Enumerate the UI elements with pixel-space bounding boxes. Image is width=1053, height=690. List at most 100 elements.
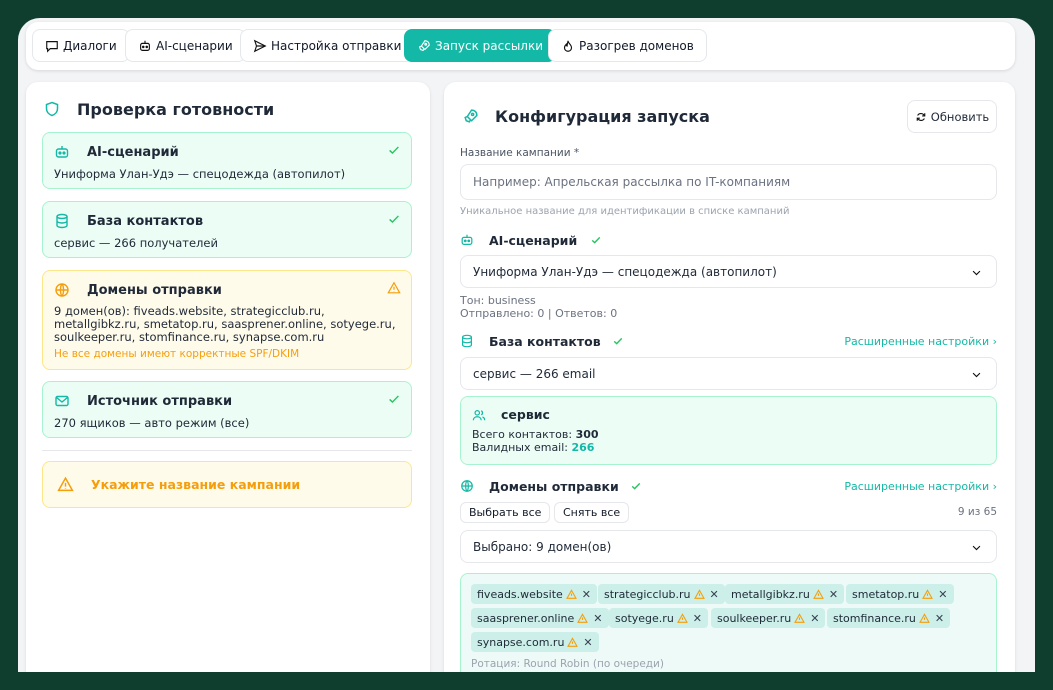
select-value: Униформа Улан-Удэ — спецодежда (автопило… [473, 264, 777, 279]
total-value: 300 [575, 428, 599, 441]
scenario-select[interactable]: Униформа Улан-Удэ — спецодежда (автопило… [460, 255, 997, 288]
campaign-name-input[interactable] [460, 164, 997, 200]
warning-icon [812, 588, 824, 599]
chip-label: saasprener.online [477, 611, 575, 625]
tab-dialogs[interactable]: Диалоги [32, 29, 130, 62]
chip-label: strategicclub.ru [604, 587, 691, 601]
check-contacts: База контактов сервис — 266 получателей [42, 201, 412, 258]
remove-chip-icon[interactable]: ✕ [710, 588, 719, 601]
select-value: Выбрано: 9 домен(ов) [473, 539, 612, 554]
deselect-all-button[interactable]: Снять все [554, 502, 630, 523]
check-title: Источник отправки [87, 394, 233, 409]
select-all-button[interactable]: Выбрать все [460, 502, 551, 523]
remove-chip-icon[interactable]: ✕ [583, 636, 592, 649]
chip-label: smetatop.ru [852, 587, 920, 601]
tab-label: Запуск рассылки [435, 38, 544, 53]
tab-label: Диалоги [63, 38, 117, 53]
check-icon [389, 146, 399, 155]
valid-value: 266 [571, 441, 595, 454]
check-scenario: AI-сценарий Униформа Улан-Удэ — спецодеж… [42, 132, 412, 189]
contacts-select[interactable]: сервис — 266 email [460, 357, 997, 390]
tab-launch[interactable]: Запуск рассылки [404, 29, 557, 62]
tab-send-settings[interactable]: Настройка отправки [240, 29, 415, 62]
domain-chip: smetatop.ru ✕ [846, 584, 954, 604]
chip-label: synapse.com.ru [477, 635, 565, 649]
remove-chip-icon[interactable]: ✕ [582, 588, 591, 601]
chip-label: sotyege.ru [615, 611, 674, 625]
refresh-button[interactable]: Обновить [907, 100, 997, 133]
bot-icon [140, 40, 150, 51]
tab-label: Разогрев доменов [579, 38, 694, 53]
tab-domain-warmup[interactable]: Разогрев доменов [548, 29, 707, 62]
readiness-title: Проверка готовности [77, 100, 275, 119]
check-title: Домены отправки [87, 283, 222, 298]
selected-domains-box: fiveads.website ✕ strategicclub.ru ✕ metal… [460, 573, 997, 672]
rotation-info: Ротация: Round Robin (по очереди) [471, 658, 664, 670]
launch-config-panel: Конфигурация запуска Обновить Название к… [444, 82, 1015, 672]
section-title: База контактов [489, 334, 601, 349]
warning-icon [577, 612, 589, 623]
warning-icon [57, 476, 74, 492]
warning-icon [676, 612, 688, 623]
domain-chip: fiveads.website ✕ [471, 584, 597, 604]
domain-chip: soulkeeper.ru ✕ [711, 608, 826, 628]
scenario-tone: Тон: business [460, 294, 536, 307]
contacts-summary-card: сервис Всего контактов: 300 Валидных ema… [460, 396, 997, 465]
valid-label: Валидных email: [472, 441, 572, 454]
campaign-name-help: Уникальное название для идентификации в … [460, 206, 790, 217]
flame-icon [563, 40, 573, 52]
warning-icon [565, 588, 577, 599]
total-contacts: Всего контактов: 300 [472, 428, 599, 441]
check-title: База контактов [87, 214, 204, 229]
bot-icon [461, 234, 473, 245]
check-icon [613, 337, 623, 345]
domains-select[interactable]: Выбрано: 9 домен(ов) [460, 530, 997, 563]
bot-icon [55, 146, 69, 158]
check-text: Униформа Улан-Удэ — спецодежда (автопило… [54, 167, 346, 181]
top-nav: Диалоги AI-сценарии Настройка отправки З… [26, 22, 1015, 70]
domain-chip: stomfinance.ru ✕ [827, 608, 951, 628]
domain-chip: saasprener.online ✕ [471, 608, 609, 628]
chip-label: fiveads.website [477, 587, 563, 601]
domain-chip: strategicclub.ru ✕ [598, 584, 725, 604]
chevron-down-icon [972, 545, 981, 551]
warning-icon [387, 281, 401, 294]
refresh-label: Обновить [930, 109, 990, 124]
select-value: сервис — 266 email [473, 366, 596, 381]
chevron-right-icon: › [992, 480, 997, 493]
link-label: Расширенные настройки [844, 480, 990, 493]
remove-chip-icon[interactable]: ✕ [593, 612, 602, 625]
domain-chip: sotyege.ru ✕ [609, 608, 709, 628]
chevron-right-icon: › [992, 335, 997, 348]
users-icon [472, 410, 486, 421]
remove-chip-icon[interactable]: ✕ [829, 588, 838, 601]
base-name: сервис [501, 407, 550, 422]
check-icon [591, 236, 601, 244]
globe-icon [55, 283, 69, 297]
warning-text: Укажите название кампании [91, 477, 301, 492]
tab-ai-scenarios[interactable]: AI-сценарии [125, 29, 246, 62]
warning-icon [922, 588, 934, 599]
check-text-line: soulkeeper.ru, stomfinance.ru, synapse.c… [54, 330, 325, 344]
remove-chip-icon[interactable]: ✕ [810, 612, 819, 625]
mail-icon [55, 395, 69, 407]
rocket-icon [418, 39, 430, 51]
contacts-advanced-link[interactable]: Расширенные настройки › [844, 335, 997, 348]
tab-label: Настройка отправки [271, 38, 402, 53]
check-domains: Домены отправки 9 домен(ов): fiveads.web… [42, 270, 412, 370]
campaign-name-warning: Укажите название кампании [42, 461, 412, 508]
remove-chip-icon[interactable]: ✕ [935, 612, 944, 625]
remove-chip-icon[interactable]: ✕ [938, 588, 947, 601]
shield-icon [45, 101, 59, 117]
warning-icon [919, 612, 930, 623]
app-frame: Диалоги AI-сценарии Настройка отправки З… [18, 18, 1035, 672]
check-title: AI-сценарий [87, 145, 179, 160]
check-icon [389, 215, 399, 224]
remove-chip-icon[interactable]: ✕ [693, 612, 702, 625]
chevron-down-icon [972, 270, 981, 276]
chip-label: soulkeeper.ru [717, 611, 792, 625]
section-title: AI-сценарий [489, 233, 578, 248]
domains-advanced-link[interactable]: Расширенные настройки › [844, 480, 997, 493]
scenario-stats: Отправлено: 0 | Ответов: 0 [460, 307, 618, 320]
refresh-icon [916, 112, 926, 121]
